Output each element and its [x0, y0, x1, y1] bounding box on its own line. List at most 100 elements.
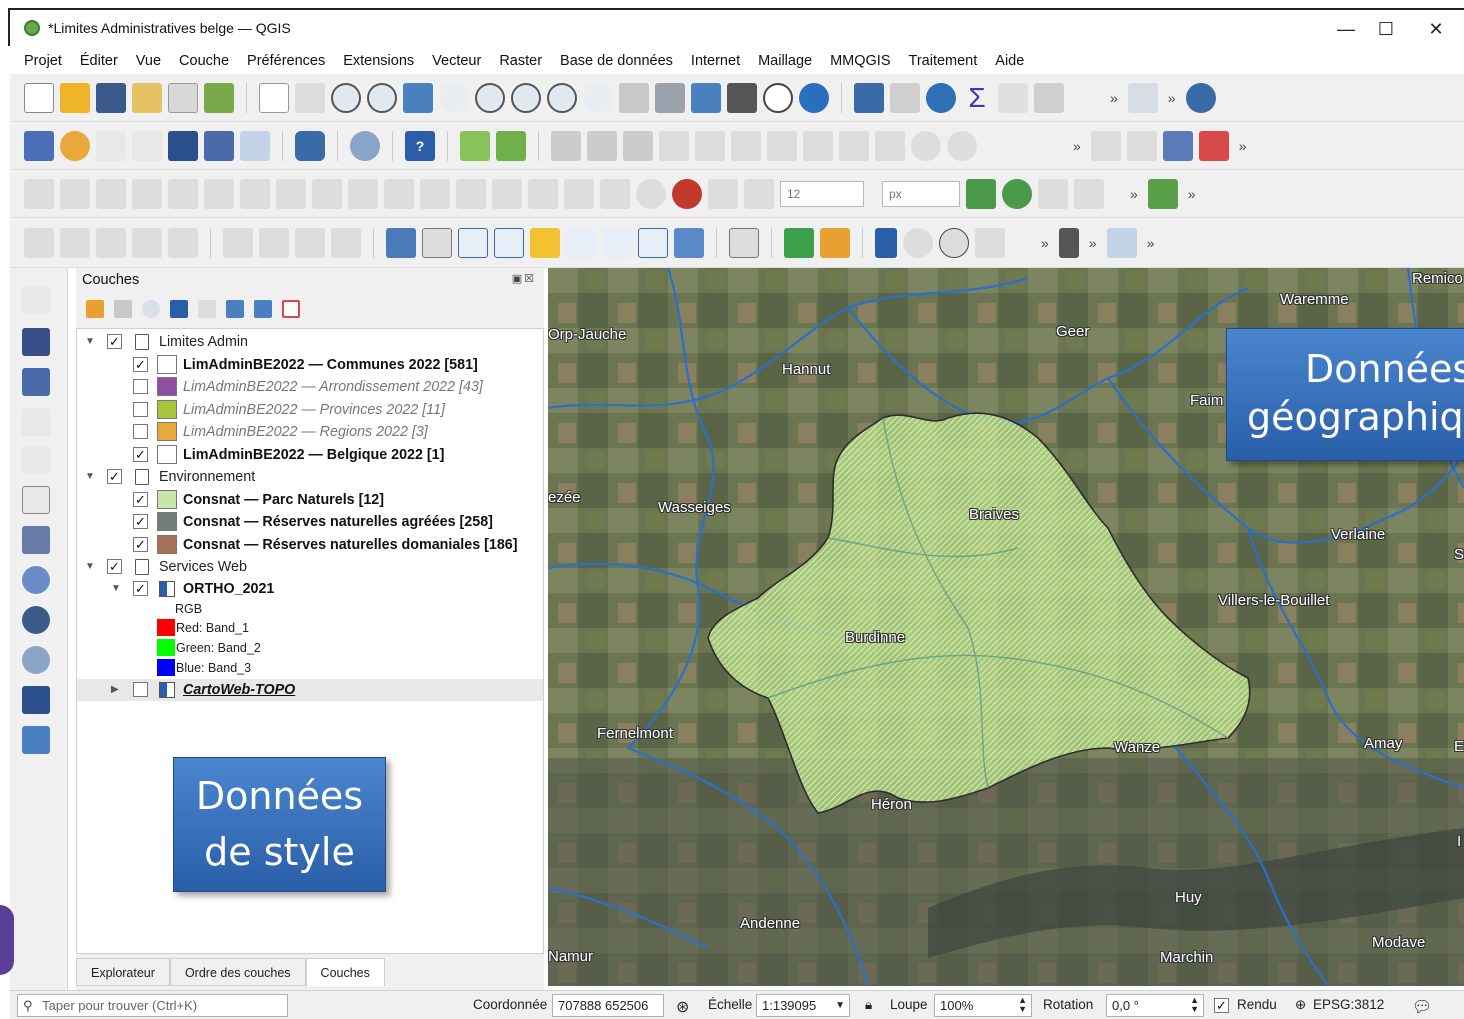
tree-layer-cartoweb-topo[interactable]: ▶ CartoWeb-TOPO [77, 679, 543, 701]
add-postgis-icon[interactable] [22, 526, 50, 554]
pan-to-selection-icon[interactable] [295, 82, 325, 113]
tree-layer-regions[interactable]: LimAdminBE2022 — Regions 2022 [3] [77, 421, 543, 443]
menu-extensions[interactable]: Extensions [343, 53, 414, 69]
add-wcs-icon[interactable] [22, 646, 50, 674]
add-vector-tile-icon[interactable] [22, 726, 50, 754]
zoom-last-icon[interactable] [547, 82, 577, 113]
map-canvas[interactable]: Orp-Jauche Hannut Geer Waremme Remico Fa… [548, 268, 1464, 986]
measure-line-icon[interactable] [1034, 82, 1064, 113]
plugin-chart-icon[interactable] [1147, 178, 1178, 209]
zoom-native-icon[interactable] [511, 82, 541, 113]
topological-editing-icon[interactable] [966, 178, 996, 209]
plugin-reload-icon[interactable] [496, 130, 526, 161]
layer-checkbox[interactable] [133, 402, 148, 417]
tree-layer-arrondissement[interactable]: LimAdminBE2022 — Arrondissement 2022 [43… [77, 376, 543, 398]
menu-preferences[interactable]: Préférences [247, 53, 325, 69]
render-checkbox[interactable]: ✓ [1214, 998, 1229, 1013]
filter-expression-icon[interactable] [198, 300, 216, 318]
collapse-arrow-icon[interactable]: ▼ [85, 556, 95, 578]
add-mesh-layer-icon[interactable] [22, 686, 50, 714]
identify-features-icon[interactable] [854, 82, 884, 113]
zoom-selection-icon[interactable] [439, 82, 469, 113]
layer-checkbox[interactable] [133, 379, 148, 394]
new-map-view-icon[interactable] [691, 82, 721, 113]
annotation-point-text-icon[interactable] [566, 227, 596, 258]
add-geopackage-icon[interactable] [22, 446, 50, 474]
add-raster-layer-icon[interactable] [204, 130, 234, 161]
refresh-icon[interactable] [799, 82, 829, 113]
add-raster-icon[interactable] [22, 328, 50, 356]
collapse-arrow-icon[interactable]: ▼ [111, 578, 121, 600]
tab-ordre-des-couches[interactable]: Ordre des couches [169, 958, 306, 986]
show-bookmarks-icon[interactable] [655, 82, 685, 113]
layer-checkbox[interactable]: ✓ [133, 537, 148, 552]
add-virtual-layer-icon[interactable] [22, 486, 50, 514]
add-wms-icon[interactable] [22, 566, 50, 594]
add-mesh-icon[interactable] [22, 368, 50, 396]
label-tool-icon[interactable] [1090, 130, 1121, 161]
lock-scale-icon[interactable]: 🔒︎ [865, 997, 872, 1013]
zoom-layer-icon[interactable] [475, 82, 505, 113]
expand-arrow-icon[interactable]: ▶ [111, 679, 119, 701]
python-console-icon[interactable] [1185, 82, 1216, 113]
select-features-icon[interactable] [1127, 82, 1158, 113]
tree-group-services-web[interactable]: ▼ ✓ Services Web [77, 556, 543, 578]
snap-vertex-icon[interactable] [708, 178, 738, 209]
snap-tolerance-spinbox[interactable]: 12 [780, 180, 864, 207]
collapse-all-icon[interactable] [254, 300, 272, 318]
annotation-text-icon[interactable] [386, 227, 416, 258]
text-annotation-icon[interactable] [1198, 130, 1229, 161]
messages-icon[interactable]: 💬︎ [1412, 997, 1432, 1017]
magnifier-spinbox[interactable]: 100% ▲ ▼ [934, 994, 1032, 1017]
tree-layer-ortho[interactable]: ▼ ✓ ORTHO_2021 [77, 578, 543, 600]
annotation-line-text-icon[interactable] [602, 227, 632, 258]
layer-checkbox[interactable]: ✓ [133, 514, 148, 529]
menu-vue[interactable]: Vue [136, 53, 161, 69]
tree-layer-reserves-agreees[interactable]: ✓ Consnat — Réserves naturelles agréées … [77, 511, 543, 533]
add-wms-layer-icon[interactable] [240, 130, 270, 161]
collapse-arrow-icon[interactable]: ▼ [85, 331, 95, 353]
zoom-full-icon[interactable] [403, 82, 433, 113]
statistics-sigma-icon[interactable]: Σ [962, 82, 992, 113]
tree-group-limites-admin[interactable]: ▼ ✓ Limites Admin [77, 331, 543, 353]
rotation-spinbox[interactable]: 0,0 ° ▲ ▼ [1106, 994, 1204, 1017]
database-icon[interactable] [295, 130, 325, 161]
more-tools-chevron-icon[interactable]: » [1073, 138, 1081, 154]
coordinate-capture-icon[interactable] [903, 227, 933, 258]
coordinate-field[interactable]: 707888 652506 [552, 994, 664, 1017]
snap-type-icon[interactable] [744, 178, 774, 209]
menu-projet[interactable]: Projet [24, 53, 62, 69]
field-calculator-icon[interactable] [998, 82, 1028, 113]
zoom-in-icon[interactable] [331, 82, 361, 113]
style-panel-icon[interactable] [86, 300, 104, 318]
crs-label[interactable]: EPSG:3812 [1313, 997, 1384, 1012]
data-source-manager-icon[interactable] [24, 130, 54, 161]
tab-explorateur[interactable]: Explorateur [76, 958, 170, 986]
collapse-arrow-icon[interactable]: ▼ [85, 466, 95, 488]
snap-intersection-icon[interactable] [1002, 178, 1032, 209]
self-snapping-icon[interactable] [1074, 178, 1104, 209]
remove-layer-icon[interactable] [282, 300, 300, 318]
coordinate-toggle-icon[interactable]: ⊛ [676, 997, 689, 1017]
annotation-marker-icon[interactable] [530, 227, 560, 258]
quickmapservices-icon[interactable] [820, 227, 850, 258]
tab-couches[interactable]: Couches [305, 958, 385, 986]
maximize-button[interactable]: ☐ [1366, 16, 1406, 42]
pin-icon[interactable] [875, 227, 897, 258]
zoom-next-icon[interactable] [583, 82, 613, 113]
new-layer-icon[interactable] [60, 130, 90, 161]
zoom-out-icon[interactable] [367, 82, 397, 113]
close-button[interactable]: ✕ [1416, 16, 1456, 42]
temporal-controller-icon[interactable] [763, 82, 793, 113]
menu-couche[interactable]: Couche [179, 53, 229, 69]
add-delimited-text-icon[interactable] [132, 130, 162, 161]
menu-traitement[interactable]: Traitement [909, 53, 978, 69]
style-manager-icon[interactable] [204, 82, 234, 113]
snapping-magnet-icon[interactable] [672, 178, 702, 209]
georeferencer-icon[interactable] [975, 227, 1005, 258]
new-bookmark-icon[interactable] [619, 82, 649, 113]
add-group-icon[interactable] [114, 300, 132, 318]
more-tools-chevron-icon[interactable]: » [1188, 186, 1196, 202]
filter-icon[interactable] [170, 300, 188, 318]
snap-units-select[interactable]: px [882, 180, 960, 207]
